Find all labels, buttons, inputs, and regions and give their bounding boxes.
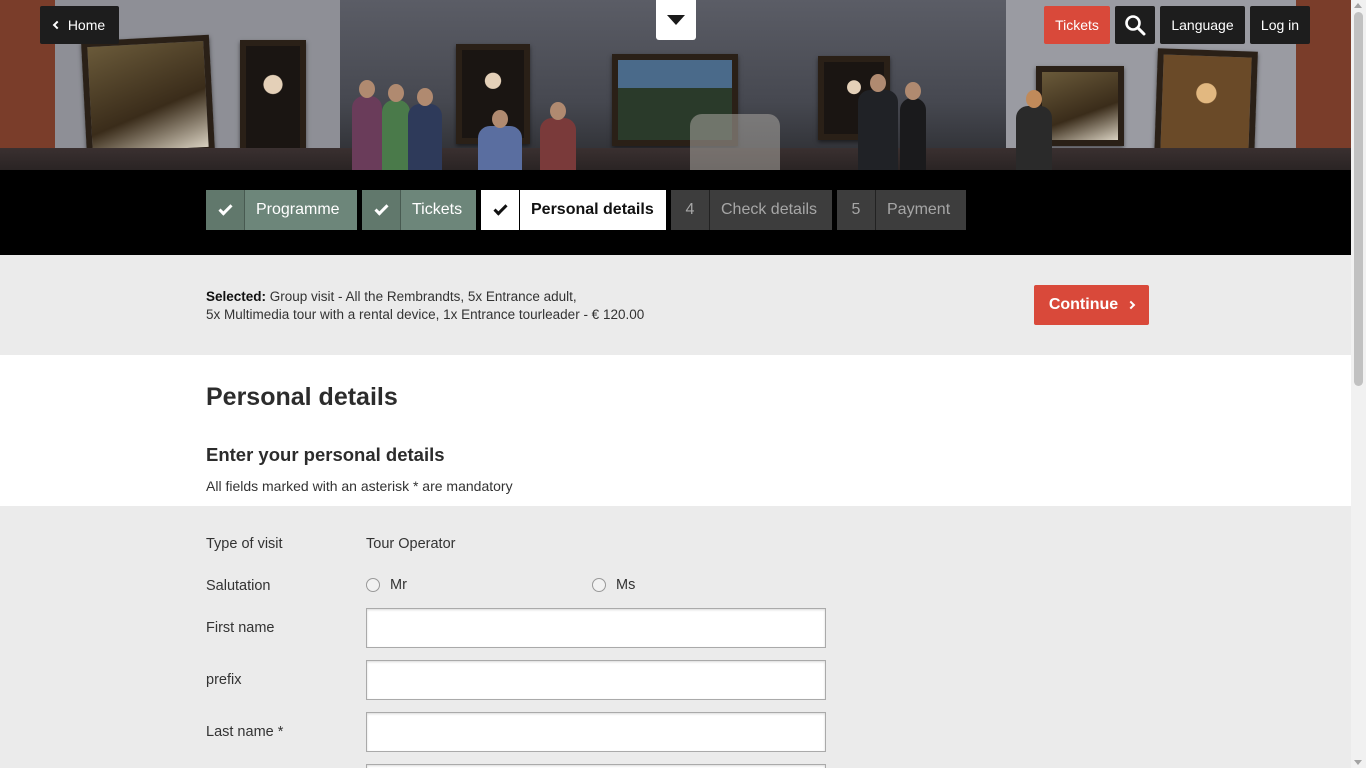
selection-summary: Selected: Group visit - All the Rembrand… (0, 255, 1351, 355)
salutation-label: Salutation (206, 578, 271, 594)
step-payment: 5 Payment (837, 190, 966, 230)
prefix-label: prefix (206, 672, 242, 688)
salutation-mr-radio[interactable]: Mr (366, 577, 407, 593)
step-status (362, 190, 401, 230)
scroll-up-arrow-icon[interactable] (1354, 3, 1362, 8)
home-label: Home (67, 17, 106, 33)
step-number: 5 (837, 190, 876, 230)
scrollbar-thumb[interactable] (1354, 12, 1363, 386)
mandatory-note: All fields marked with an asterisk * are… (206, 478, 513, 494)
step-number: 4 (671, 190, 710, 230)
tickets-label: Tickets (1055, 17, 1099, 33)
menu-toggle-button[interactable] (656, 0, 696, 40)
chevron-right-icon (1126, 300, 1136, 310)
section-subtitle: Enter your personal details (206, 444, 445, 465)
step-check-details: 4 Check details (671, 190, 832, 230)
step-tickets[interactable]: Tickets (362, 190, 476, 230)
painting-portrait (240, 40, 306, 162)
check-icon (373, 200, 389, 216)
salutation-ms-radio[interactable]: Ms (592, 577, 635, 593)
step-status (481, 190, 520, 230)
search-button[interactable] (1115, 6, 1155, 44)
login-label: Log in (1260, 17, 1300, 33)
radio-button[interactable] (366, 578, 380, 592)
step-label: Check details (721, 201, 818, 218)
tickets-button[interactable]: Tickets (1044, 6, 1110, 44)
continue-label: Continue (1048, 296, 1119, 313)
step-label: Payment (887, 201, 951, 218)
visitor (382, 84, 410, 170)
language-button[interactable]: Language (1160, 6, 1245, 44)
checkout-steps: Programme Tickets Personal details 4 Che… (0, 170, 1351, 255)
intro-section: Personal details Enter your personal det… (0, 355, 1351, 506)
first-name-input[interactable] (366, 608, 826, 648)
visitor (540, 102, 576, 170)
selected-prefix: Selected: (206, 289, 267, 304)
visitor-blurred (690, 114, 780, 170)
visitor (858, 74, 898, 170)
scroll-down-arrow-icon[interactable] (1354, 760, 1362, 765)
check-icon (217, 200, 233, 216)
radio-label: Mr (390, 577, 407, 593)
triangle-down-icon (667, 15, 685, 25)
step-personal-details: Personal details (481, 190, 666, 230)
step-status (206, 190, 245, 230)
gallery-floor (0, 148, 1351, 170)
last-name-label: Last name * (206, 724, 284, 740)
visitor (478, 110, 522, 170)
visit-type-value: Tour Operator (366, 536, 456, 552)
first-name-label: First name (206, 620, 275, 636)
visit-type-label: Type of visit (206, 536, 283, 552)
selection-text: Selected: Group visit - All the Rembrand… (206, 288, 644, 324)
page-title: Personal details (206, 383, 398, 411)
check-icon (492, 200, 508, 216)
visitor (408, 88, 442, 170)
step-label: Personal details (531, 201, 654, 218)
next-field-input[interactable] (366, 764, 826, 768)
step-label: Tickets (412, 201, 463, 218)
search-icon (1125, 15, 1146, 36)
page-scrollbar[interactable] (1351, 0, 1366, 768)
prefix-input[interactable] (366, 660, 826, 700)
login-button[interactable]: Log in (1250, 6, 1310, 44)
radio-button[interactable] (592, 578, 606, 592)
last-name-input[interactable] (366, 712, 826, 752)
chevron-left-icon (52, 20, 62, 30)
radio-label: Ms (616, 577, 636, 593)
continue-button[interactable]: Continue (1034, 285, 1149, 325)
step-label: Programme (256, 201, 340, 218)
selection-line-2: 5x Multimedia tour with a rental device,… (206, 307, 645, 322)
step-programme[interactable]: Programme (206, 190, 357, 230)
personal-details-form: Type of visit Tour Operator Salutation M… (0, 506, 1351, 768)
visitor (900, 82, 926, 170)
home-button[interactable]: Home (40, 6, 119, 44)
painting-still-life (80, 34, 216, 160)
visitor (1016, 90, 1052, 170)
painting-laughing-man (1154, 48, 1258, 162)
language-label: Language (1171, 17, 1234, 33)
visitor (352, 80, 382, 170)
selection-line-1: Group visit - All the Rembrandts, 5x Ent… (266, 289, 577, 304)
